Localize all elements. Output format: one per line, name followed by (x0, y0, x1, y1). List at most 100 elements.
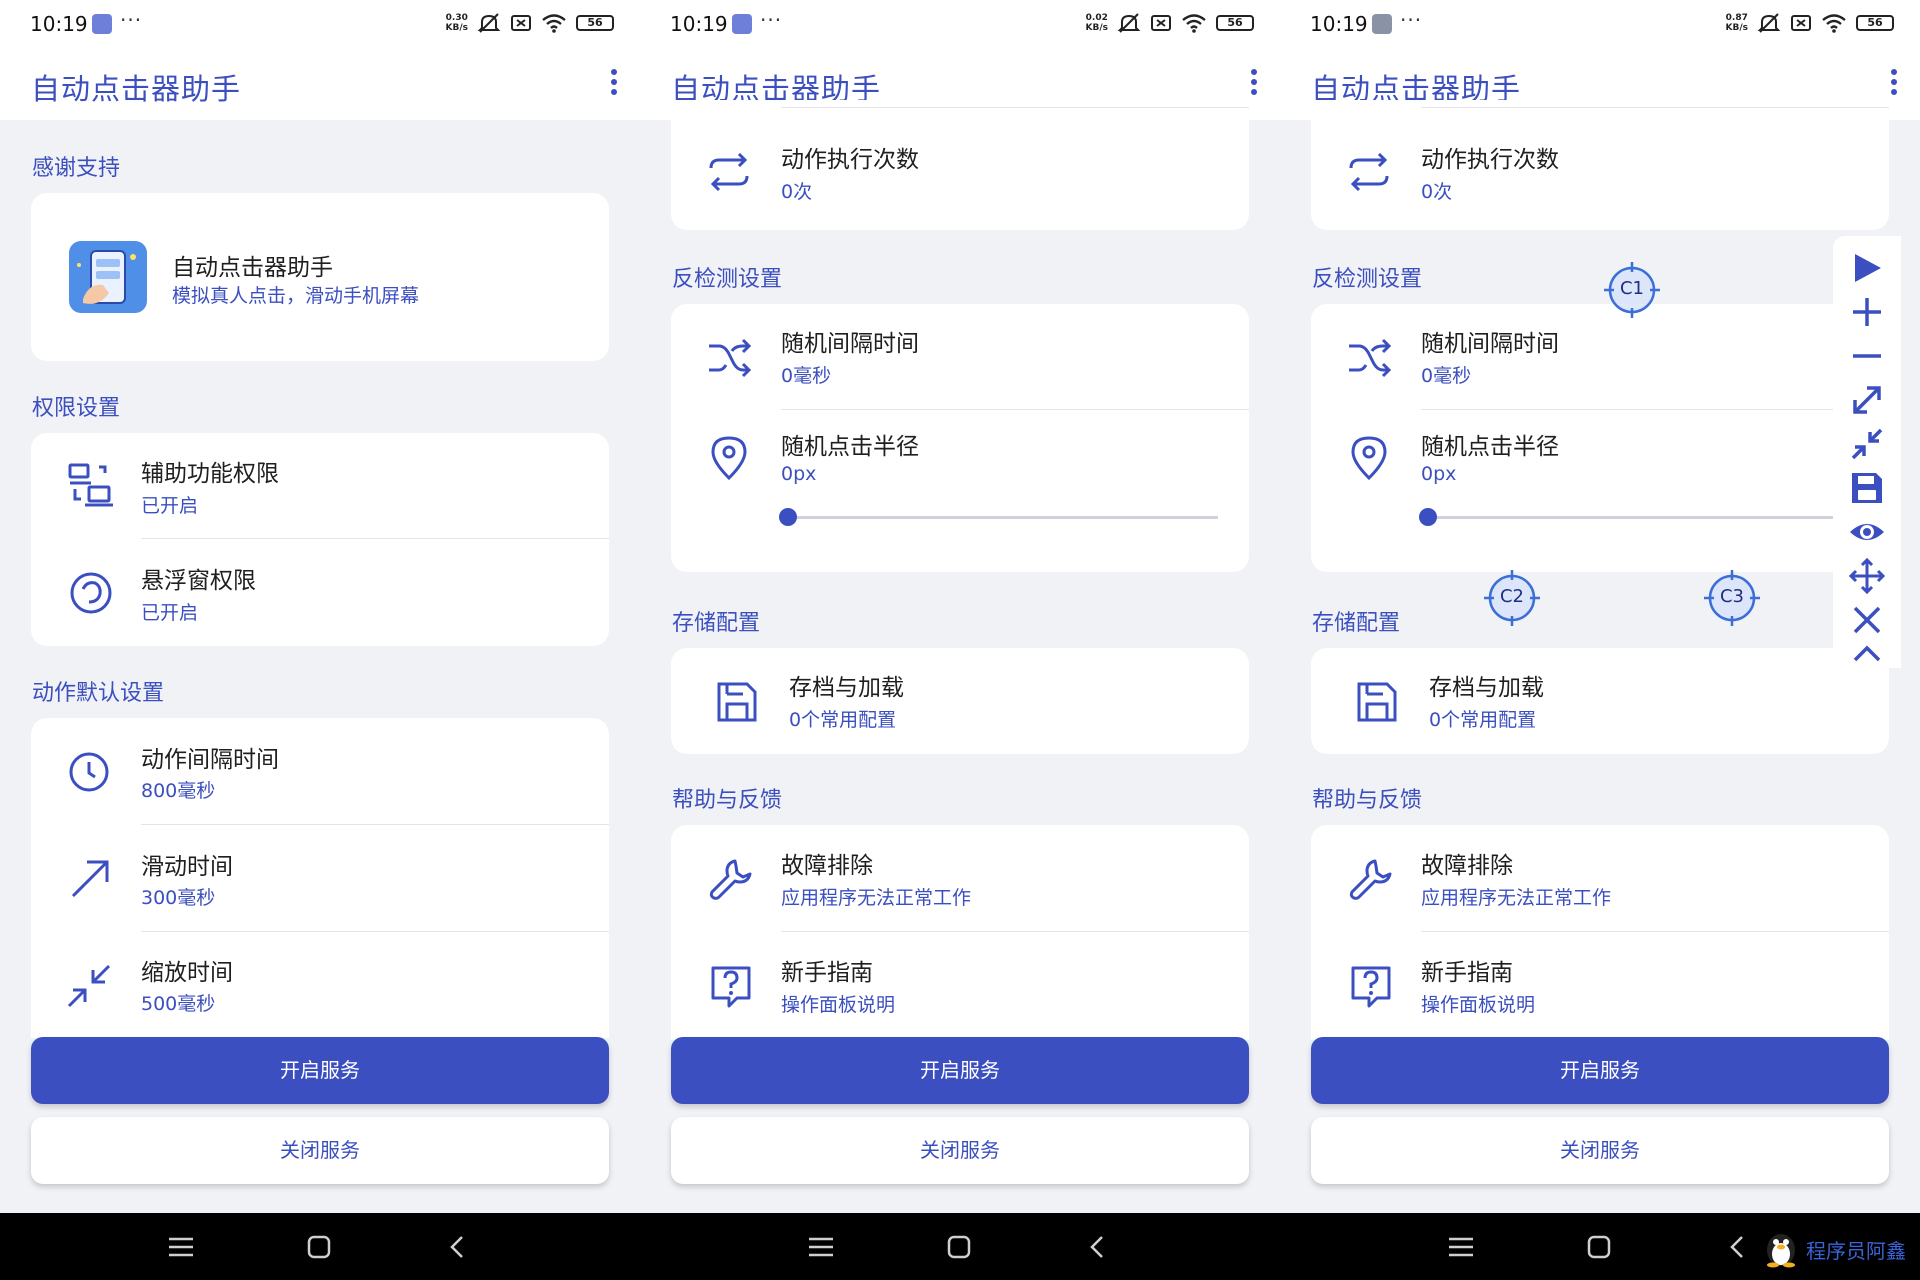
radius-slider-track[interactable] (788, 516, 1218, 519)
move-icon[interactable] (1847, 556, 1887, 596)
list-item[interactable]: 故障排除 应用程序无法正常工作 (1311, 825, 1889, 932)
start-service-button[interactable]: 开启服务 (1311, 1037, 1889, 1104)
setting-value: 操作面板说明 (1421, 994, 1536, 1016)
list-item[interactable]: 随机间隔时间 0毫秒 (671, 304, 1249, 410)
no-sim-icon (511, 15, 531, 31)
chevron-up-icon[interactable] (1847, 634, 1887, 674)
list-item[interactable]: 新手指南 操作面板说明 (1311, 932, 1889, 1040)
list-item[interactable]: 动作间隔时间 800毫秒 (31, 718, 609, 825)
list-item[interactable]: 随机间隔时间 0毫秒 (1311, 304, 1889, 410)
wrench-icon (709, 859, 752, 900)
list-item[interactable]: 存档与加载 0个常用配置 (1311, 648, 1889, 754)
anti-detection-card: 随机间隔时间 0毫秒 随机点击半径 0px (671, 304, 1249, 572)
radius-slider-thumb[interactable] (1419, 508, 1437, 526)
radius-slider-thumb[interactable] (779, 508, 797, 526)
stop-service-button[interactable]: 关闭服务 (31, 1117, 609, 1184)
setting-title: 随机点击半径 (781, 434, 919, 460)
setting-title: 动作间隔时间 (141, 747, 279, 773)
setting-value: 0个常用配置 (1429, 709, 1537, 731)
status-time: 10:19 (670, 12, 728, 36)
menu-icon[interactable] (1444, 1231, 1478, 1263)
status-bar: 10:19 ··· 0.30 KB/s 56 (0, 0, 640, 46)
click-target-c3[interactable]: C3 (1702, 568, 1762, 628)
menu-icon[interactable] (804, 1231, 838, 1263)
defaults-card: 动作间隔时间 800毫秒 滑动时间 300毫秒 缩放时间 500毫秒 (31, 718, 609, 1038)
penguin-logo-icon (1767, 1234, 1795, 1268)
eye-icon[interactable] (1847, 512, 1887, 552)
list-item[interactable]: 动作执行次数 0次 (671, 108, 1249, 230)
network-speed: 0.30 KB/s (445, 13, 468, 33)
minus-icon[interactable] (1847, 336, 1887, 376)
setting-title: 滑动时间 (141, 854, 233, 880)
list-item[interactable]: 辅助功能权限 已开启 (31, 433, 609, 539)
more-notifications-icon: ··· (120, 8, 143, 32)
battery-indicator: 56 (1216, 15, 1254, 31)
stop-service-button[interactable]: 关闭服务 (1311, 1117, 1889, 1184)
stop-service-button[interactable]: 关闭服务 (671, 1117, 1249, 1184)
list-item[interactable]: 悬浮窗权限 已开启 (31, 539, 609, 646)
list-item[interactable]: 滑动时间 300毫秒 (31, 825, 609, 932)
start-service-button[interactable]: 开启服务 (671, 1037, 1249, 1104)
system-nav-bar (0, 1213, 1920, 1280)
home-icon[interactable] (1582, 1231, 1616, 1263)
notification-app-icon (732, 14, 752, 34)
mute-icon (477, 13, 501, 33)
watermark: 程序员阿鑫 (1760, 1226, 1918, 1270)
collapse-icon[interactable] (1847, 424, 1887, 464)
list-item[interactable]: 故障排除 应用程序无法正常工作 (671, 825, 1249, 932)
mute-icon (1757, 13, 1781, 33)
back-icon[interactable] (1720, 1231, 1754, 1263)
play-icon[interactable] (1847, 248, 1887, 288)
mute-icon (1117, 13, 1141, 33)
expand-icon[interactable] (1847, 380, 1887, 420)
storage-card: 存档与加载 0个常用配置 (671, 648, 1249, 754)
home-icon[interactable] (942, 1231, 976, 1263)
save-icon[interactable] (1847, 468, 1887, 508)
no-sim-icon (1151, 15, 1171, 31)
more-options-icon[interactable] (1876, 64, 1912, 100)
target-label: C1 (1619, 278, 1645, 299)
setting-value: 0次 (781, 181, 813, 203)
setting-title: 存档与加载 (789, 675, 904, 701)
section-title-anti-detection: 反检测设置 (672, 267, 783, 292)
list-item[interactable]: 随机点击半径 0px (1311, 410, 1889, 572)
app-info-card[interactable]: 自动点击器助手 模拟真人点击，滑动手机屏幕 (31, 193, 609, 361)
start-service-button[interactable]: 开启服务 (31, 1037, 609, 1104)
click-target-c1[interactable]: C1 (1602, 260, 1662, 320)
help-card: 故障排除 应用程序无法正常工作 新手指南 操作面板说明 (671, 825, 1249, 1040)
screen-3: 10:19 ··· 0.87KB/s 56 自动点击器助手 动作执行次数 0次 (1280, 0, 1920, 1213)
section-title-help: 帮助与反馈 (672, 788, 783, 813)
app-bar: 自动点击器助手 (0, 46, 640, 120)
list-item[interactable]: 随机点击半径 0px (671, 410, 1249, 572)
setting-value: 应用程序无法正常工作 (1421, 887, 1612, 909)
permissions-card: 辅助功能权限 已开启 悬浮窗权限 已开启 (31, 433, 609, 646)
save-icon (717, 682, 757, 722)
menu-icon[interactable] (164, 1231, 198, 1263)
setting-value: 0毫秒 (1421, 365, 1472, 387)
setting-value: 0次 (1421, 181, 1453, 203)
battery-indicator: 56 (1856, 15, 1894, 31)
list-item[interactable]: 新手指南 操作面板说明 (671, 932, 1249, 1040)
wifi-icon (1822, 14, 1846, 33)
setting-value: 500毫秒 (141, 993, 216, 1015)
back-icon[interactable] (440, 1231, 474, 1263)
section-title-storage: 存储配置 (672, 611, 761, 636)
plus-icon[interactable] (1847, 292, 1887, 332)
list-item[interactable]: 动作执行次数 0次 (1311, 108, 1889, 230)
network-speed: 0.02 KB/s (1085, 13, 1108, 33)
radius-slider-track[interactable] (1428, 516, 1858, 519)
status-right: 0.02 KB/s 56 (1086, 12, 1254, 34)
click-target-c2[interactable]: C2 (1482, 568, 1542, 628)
list-item[interactable]: 存档与加载 0个常用配置 (671, 648, 1249, 754)
repeat-icon (709, 152, 749, 192)
save-icon (1357, 682, 1397, 722)
home-icon[interactable] (302, 1231, 336, 1263)
more-options-icon[interactable] (596, 64, 632, 100)
setting-title: 动作执行次数 (781, 147, 919, 173)
list-item[interactable]: 缩放时间 500毫秒 (31, 932, 609, 1038)
more-options-icon[interactable] (1236, 64, 1272, 100)
more-notifications-icon: ··· (760, 8, 783, 32)
back-icon[interactable] (1080, 1231, 1114, 1263)
stage: 10:19 ··· 0.30 KB/s 56 自动点击器助手 感谢支持 自动点击… (0, 0, 1920, 1280)
settings-list: 感谢支持 自动点击器助手 模拟真人点击，滑动手机屏幕 权限设置 辅助功能权限 已… (0, 120, 640, 1120)
